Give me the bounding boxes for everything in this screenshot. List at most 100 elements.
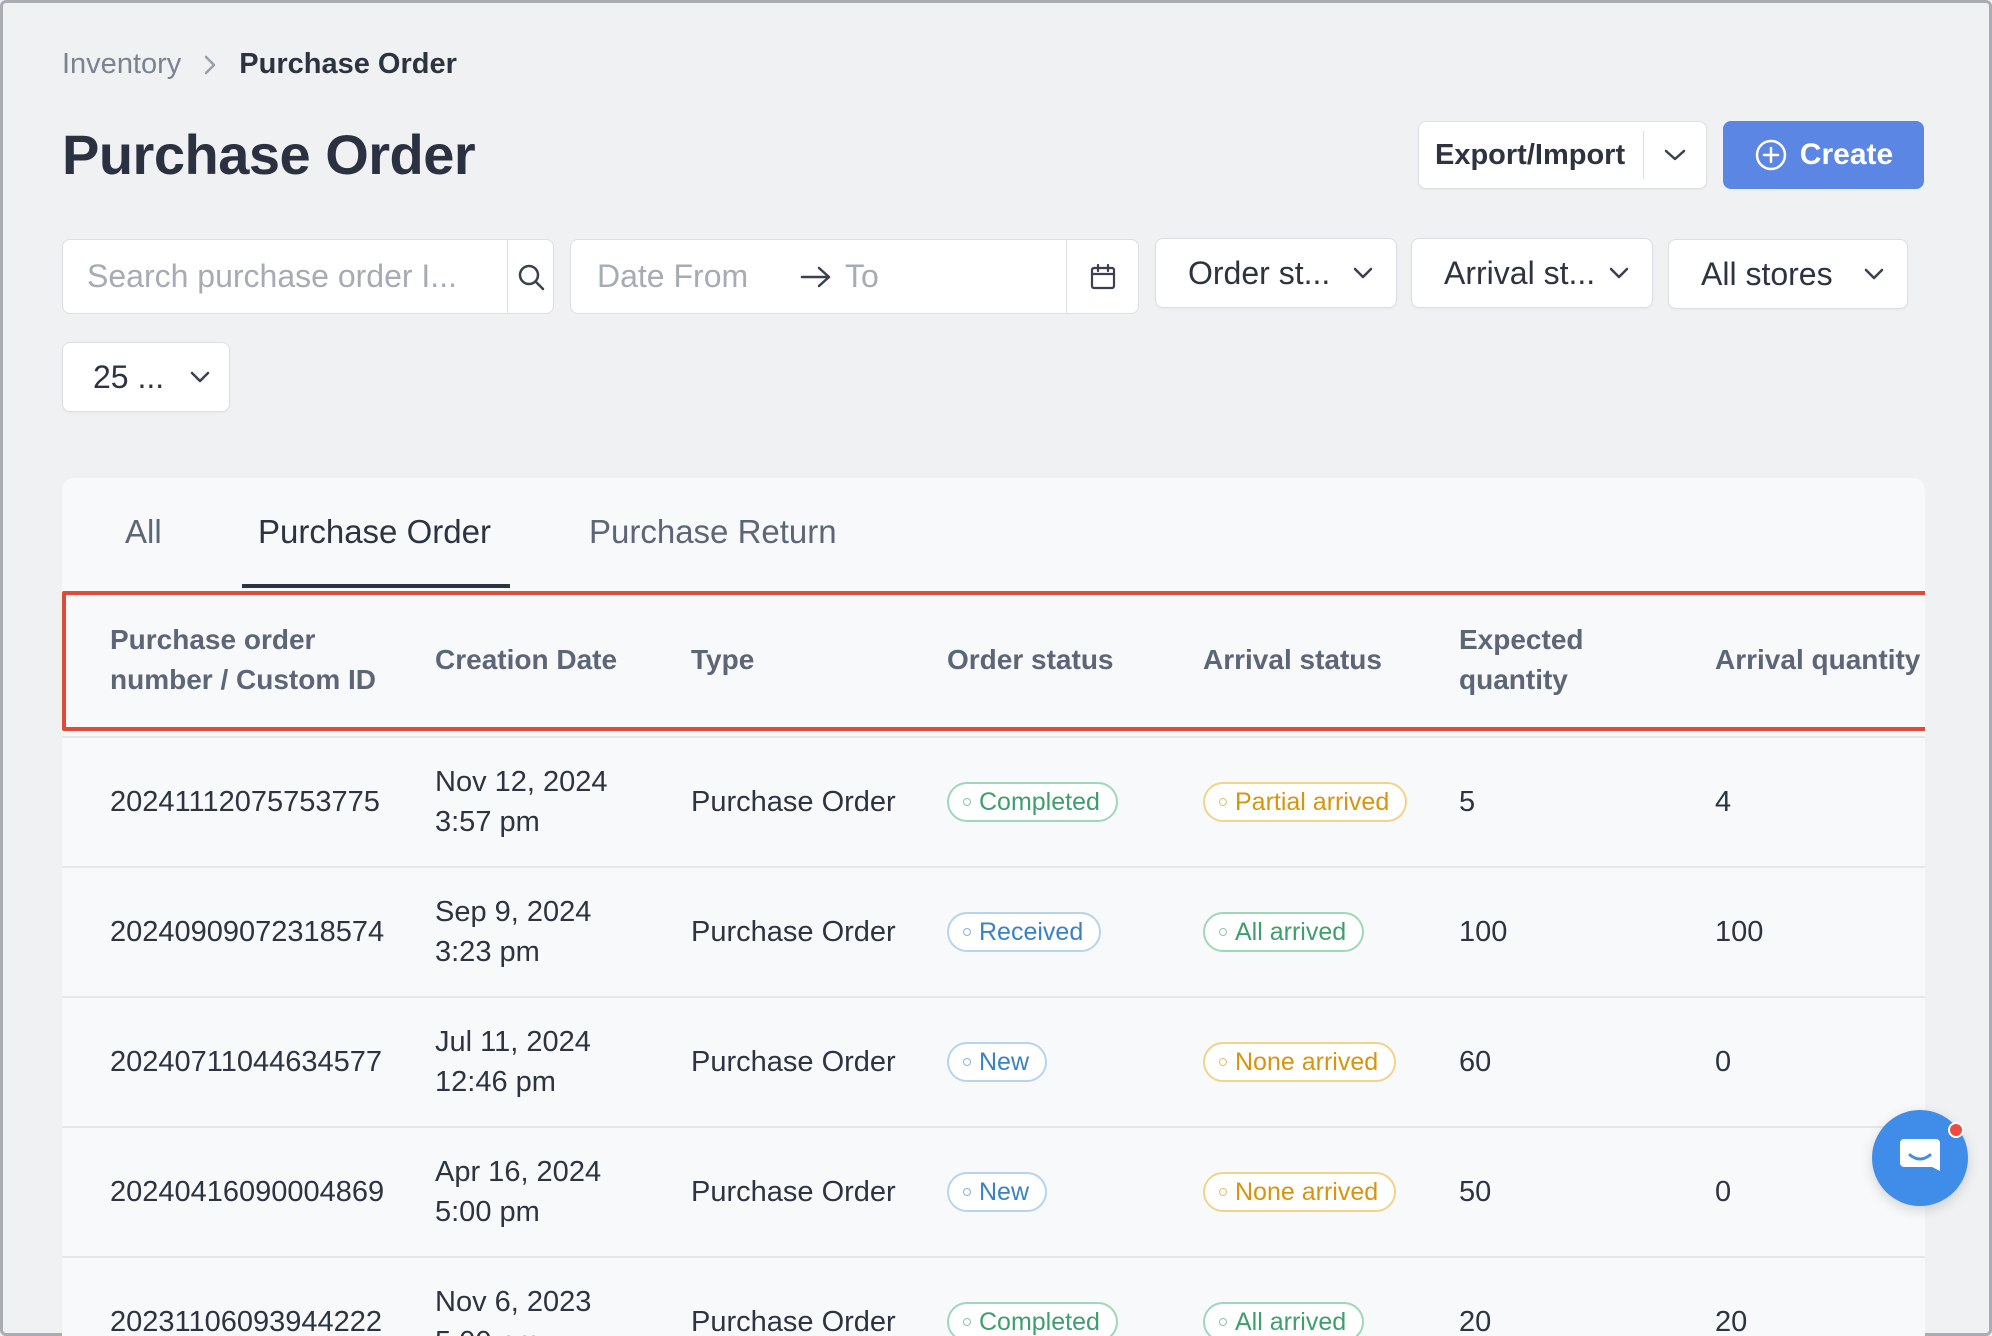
order-status-select-value: Order st... xyxy=(1188,254,1331,291)
chevron-down-icon xyxy=(1609,267,1629,279)
breadcrumb-current: Purchase Order xyxy=(239,48,457,80)
cell-arrival-quantity: 20 xyxy=(1715,1306,1748,1336)
cell-date-day: Nov 12, 2024 xyxy=(435,766,608,798)
date-range-picker[interactable]: Date From To xyxy=(570,239,1139,314)
order-status-select[interactable]: Order st... xyxy=(1155,238,1397,308)
order-status-badge: New xyxy=(947,1172,1048,1212)
arrival-status-text: None arrived xyxy=(1235,1047,1379,1076)
tab-purchase-order[interactable]: Purchase Order xyxy=(258,513,491,551)
notification-dot xyxy=(1948,1122,1964,1138)
order-status-text: New xyxy=(979,1177,1030,1206)
order-status-text: New xyxy=(979,1047,1030,1076)
stores-select[interactable]: All stores xyxy=(1668,239,1908,309)
order-status-text: Completed xyxy=(979,1307,1100,1336)
arrival-status-badge: None arrived xyxy=(1203,1172,1397,1212)
arrival-status-badge: All arrived xyxy=(1203,912,1365,952)
table-row[interactable]: 20240909072318574 Sep 9, 2024 3:23 pm Pu… xyxy=(62,866,1925,994)
status-dot-icon xyxy=(963,1318,971,1326)
cell-type: Purchase Order xyxy=(691,916,896,948)
status-dot-icon xyxy=(1219,1188,1227,1196)
cell-date-day: Sep 9, 2024 xyxy=(435,896,592,928)
chevron-down-icon xyxy=(1353,267,1373,279)
page-title: Purchase Order xyxy=(62,123,476,186)
calendar-icon xyxy=(1090,263,1115,289)
page-size-select[interactable]: 25 ... xyxy=(62,342,230,412)
arrow-right-icon xyxy=(799,265,833,289)
cell-arrival-quantity: 4 xyxy=(1715,786,1732,818)
cell-number: 20241112075753775 xyxy=(110,786,380,818)
chevron-right-icon xyxy=(203,54,217,76)
table-row[interactable]: 20231106093944222 Nov 6, 2023 5:00 pm Pu… xyxy=(62,1256,1925,1336)
cell-number: 20240909072318574 xyxy=(110,916,385,948)
cell-date: Apr 16, 2024 5:00 pm xyxy=(435,1152,601,1232)
cell-expected-quantity: 50 xyxy=(1459,1176,1492,1208)
arrival-status-text: None arrived xyxy=(1235,1177,1379,1206)
cell-type: Purchase Order xyxy=(691,786,896,818)
status-dot-icon xyxy=(963,798,971,806)
order-status-badge: Received xyxy=(947,912,1102,952)
purchase-order-table-card: All Purchase Order Purchase Return Purch… xyxy=(62,478,1925,1336)
page-size-select-value: 25 ... xyxy=(93,358,165,395)
cell-date: Jul 11, 2024 12:46 pm xyxy=(435,1022,591,1102)
table-row[interactable]: 20240416090004869 Apr 16, 2024 5:00 pm P… xyxy=(62,1126,1925,1254)
status-dot-icon xyxy=(1219,1318,1227,1326)
cell-number: 20231106093944222 xyxy=(110,1306,383,1336)
cell-expected-quantity: 100 xyxy=(1459,916,1508,948)
cell-expected-quantity: 60 xyxy=(1459,1046,1492,1078)
cell-expected-quantity: 5 xyxy=(1459,786,1476,818)
chevron-down-icon xyxy=(1664,149,1686,161)
cell-date: Sep 9, 2024 3:23 pm xyxy=(435,892,591,972)
chat-icon xyxy=(1900,1139,1940,1171)
cell-date: Nov 6, 2023 5:00 pm xyxy=(435,1282,591,1336)
arrival-status-badge: Partial arrived xyxy=(1203,782,1408,822)
header-highlight-box xyxy=(62,591,1925,731)
cell-date: Nov 12, 2024 3:57 pm xyxy=(435,762,608,842)
chevron-down-icon xyxy=(1864,268,1884,280)
status-dot-icon xyxy=(963,928,971,936)
export-import-button-group: Export/Import xyxy=(1418,121,1707,189)
stores-select-value: All stores xyxy=(1701,255,1833,292)
arrival-status-text: Partial arrived xyxy=(1235,787,1390,816)
arrival-status-badge: All arrived xyxy=(1203,1302,1365,1336)
cell-date-time: 5:00 pm xyxy=(435,1322,591,1336)
arrival-status-text: All arrived xyxy=(1235,1307,1347,1336)
chat-launcher-button[interactable] xyxy=(1872,1110,1968,1206)
arrival-status-text: All arrived xyxy=(1235,917,1347,946)
cell-number: 20240416090004869 xyxy=(110,1176,385,1208)
export-import-dropdown-toggle[interactable] xyxy=(1644,148,1706,162)
arrival-status-select-value: Arrival st... xyxy=(1444,254,1596,291)
order-status-badge: Completed xyxy=(947,782,1118,822)
create-button[interactable]: Create xyxy=(1723,121,1924,189)
arrival-status-select[interactable]: Arrival st... xyxy=(1411,238,1653,308)
cell-date-time: 3:57 pm xyxy=(435,806,540,838)
cell-expected-quantity: 20 xyxy=(1459,1306,1492,1336)
cell-date-time: 12:46 pm xyxy=(435,1066,556,1098)
order-status-badge: Completed xyxy=(947,1302,1118,1336)
cell-type: Purchase Order xyxy=(691,1176,896,1208)
cell-date-time: 3:23 pm xyxy=(435,936,540,968)
cell-date-day: Jul 11, 2024 xyxy=(435,1026,591,1058)
order-status-text: Completed xyxy=(979,787,1100,816)
cell-arrival-quantity: 100 xyxy=(1715,916,1764,948)
tab-purchase-return[interactable]: Purchase Return xyxy=(589,513,837,551)
search-button[interactable] xyxy=(507,240,553,313)
status-dot-icon xyxy=(963,1058,971,1066)
export-import-button[interactable]: Export/Import xyxy=(1419,139,1643,172)
search-input[interactable] xyxy=(63,240,507,313)
table-row[interactable]: 20240711044634577 Jul 11, 2024 12:46 pm … xyxy=(62,996,1925,1124)
date-to-input[interactable]: To xyxy=(839,258,1066,295)
date-from-input[interactable]: Date From xyxy=(571,258,783,295)
chevron-down-icon xyxy=(190,371,210,383)
status-dot-icon xyxy=(1219,928,1227,936)
cell-date-time: 5:00 pm xyxy=(435,1196,540,1228)
status-dot-icon xyxy=(1219,1058,1227,1066)
search-field xyxy=(62,239,554,314)
breadcrumb-inventory-link[interactable]: Inventory xyxy=(62,48,181,81)
table-row[interactable]: 20241112075753775 Nov 12, 2024 3:57 pm P… xyxy=(62,736,1925,864)
tab-all[interactable]: All xyxy=(125,513,162,551)
plus-circle-icon xyxy=(1755,139,1787,171)
active-tab-indicator xyxy=(242,584,510,588)
cell-type: Purchase Order xyxy=(691,1306,896,1336)
status-dot-icon xyxy=(1219,798,1227,806)
calendar-button[interactable] xyxy=(1066,240,1138,313)
